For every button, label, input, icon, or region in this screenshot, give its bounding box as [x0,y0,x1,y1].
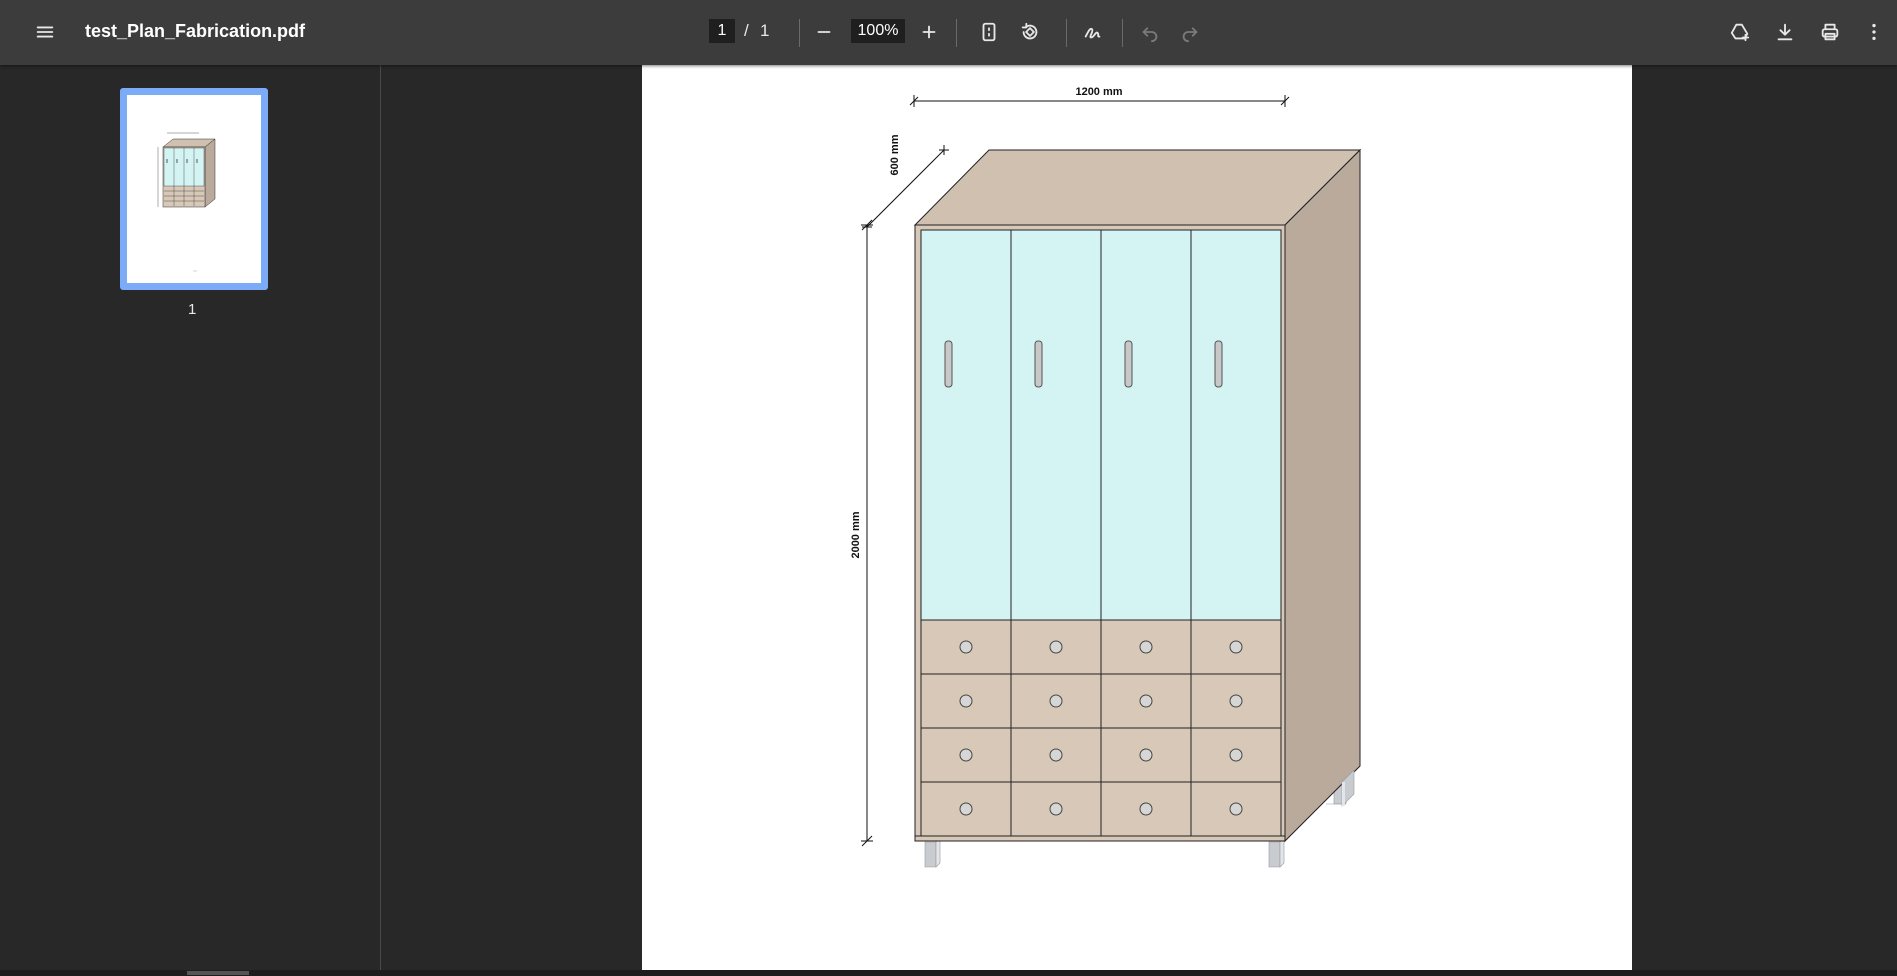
zoom-in-button[interactable] [911,14,947,50]
menu-icon [36,26,54,38]
height-dimension-label: 2000 mm [850,511,862,558]
toolbar-divider [1066,19,1067,47]
cabinet-drawing: 1200 mm 600 mm 2000 mm [850,86,1362,868]
print-icon [1821,23,1839,41]
zoom-out-button[interactable] [806,14,842,50]
drawer-grid [920,619,1282,837]
download-button[interactable] [1767,14,1803,50]
toolbar-divider [799,19,800,47]
page-number-input[interactable] [709,19,735,43]
fit-page-icon [982,22,996,42]
more-options-button[interactable] [1856,14,1892,50]
toolbar-divider [1122,19,1123,47]
pdf-toolbar: test_Plan_Fabrication.pdf / 1 [0,0,1897,65]
drive-add-icon [1730,23,1750,42]
page-thumbnail[interactable] [120,88,268,290]
fit-page-button[interactable] [971,14,1007,50]
thumbnail-sidebar: 1 [5,65,381,970]
document-title: test_Plan_Fabrication.pdf [85,21,306,41]
undo-icon [1142,27,1158,43]
rotate-button[interactable] [1012,14,1048,50]
save-to-drive-button[interactable] [1722,14,1758,50]
annotate-button[interactable] [1075,14,1111,50]
thumbnail-drawing [157,132,216,272]
toolbar-divider [956,19,957,47]
horizontal-scrollbar[interactable] [0,970,1897,976]
page-total: 1 [760,21,770,40]
minus-icon [817,31,831,33]
thumbnail-page [127,95,261,283]
depth-dimension-label: 600 mm [889,134,901,175]
draw-icon [1084,27,1101,39]
more-vert-icon [1872,23,1876,41]
rotate-icon [1021,22,1038,40]
document-viewer[interactable]: 1200 mm 600 mm 2000 mm [381,65,1897,970]
scrollbar-thumb[interactable] [187,971,249,975]
thumbnail-page-number: 1 [188,301,197,318]
cabinet-top [913,149,1362,226]
menu-button[interactable] [27,14,63,50]
redo-icon [1182,27,1198,43]
undo-button[interactable] [1132,14,1168,50]
redo-button[interactable] [1172,14,1208,50]
zoom-input[interactable] [851,19,905,43]
cabinet-side [1284,148,1361,843]
download-icon [1777,23,1793,41]
pdf-page: 1200 mm 600 mm 2000 mm [642,65,1632,970]
plus-icon [922,25,936,39]
glass-doors [920,229,1282,621]
print-button[interactable] [1812,14,1848,50]
page-separator: / [744,21,749,40]
height-dimension-line [861,219,873,847]
width-dimension-label: 1200 mm [1075,86,1122,98]
